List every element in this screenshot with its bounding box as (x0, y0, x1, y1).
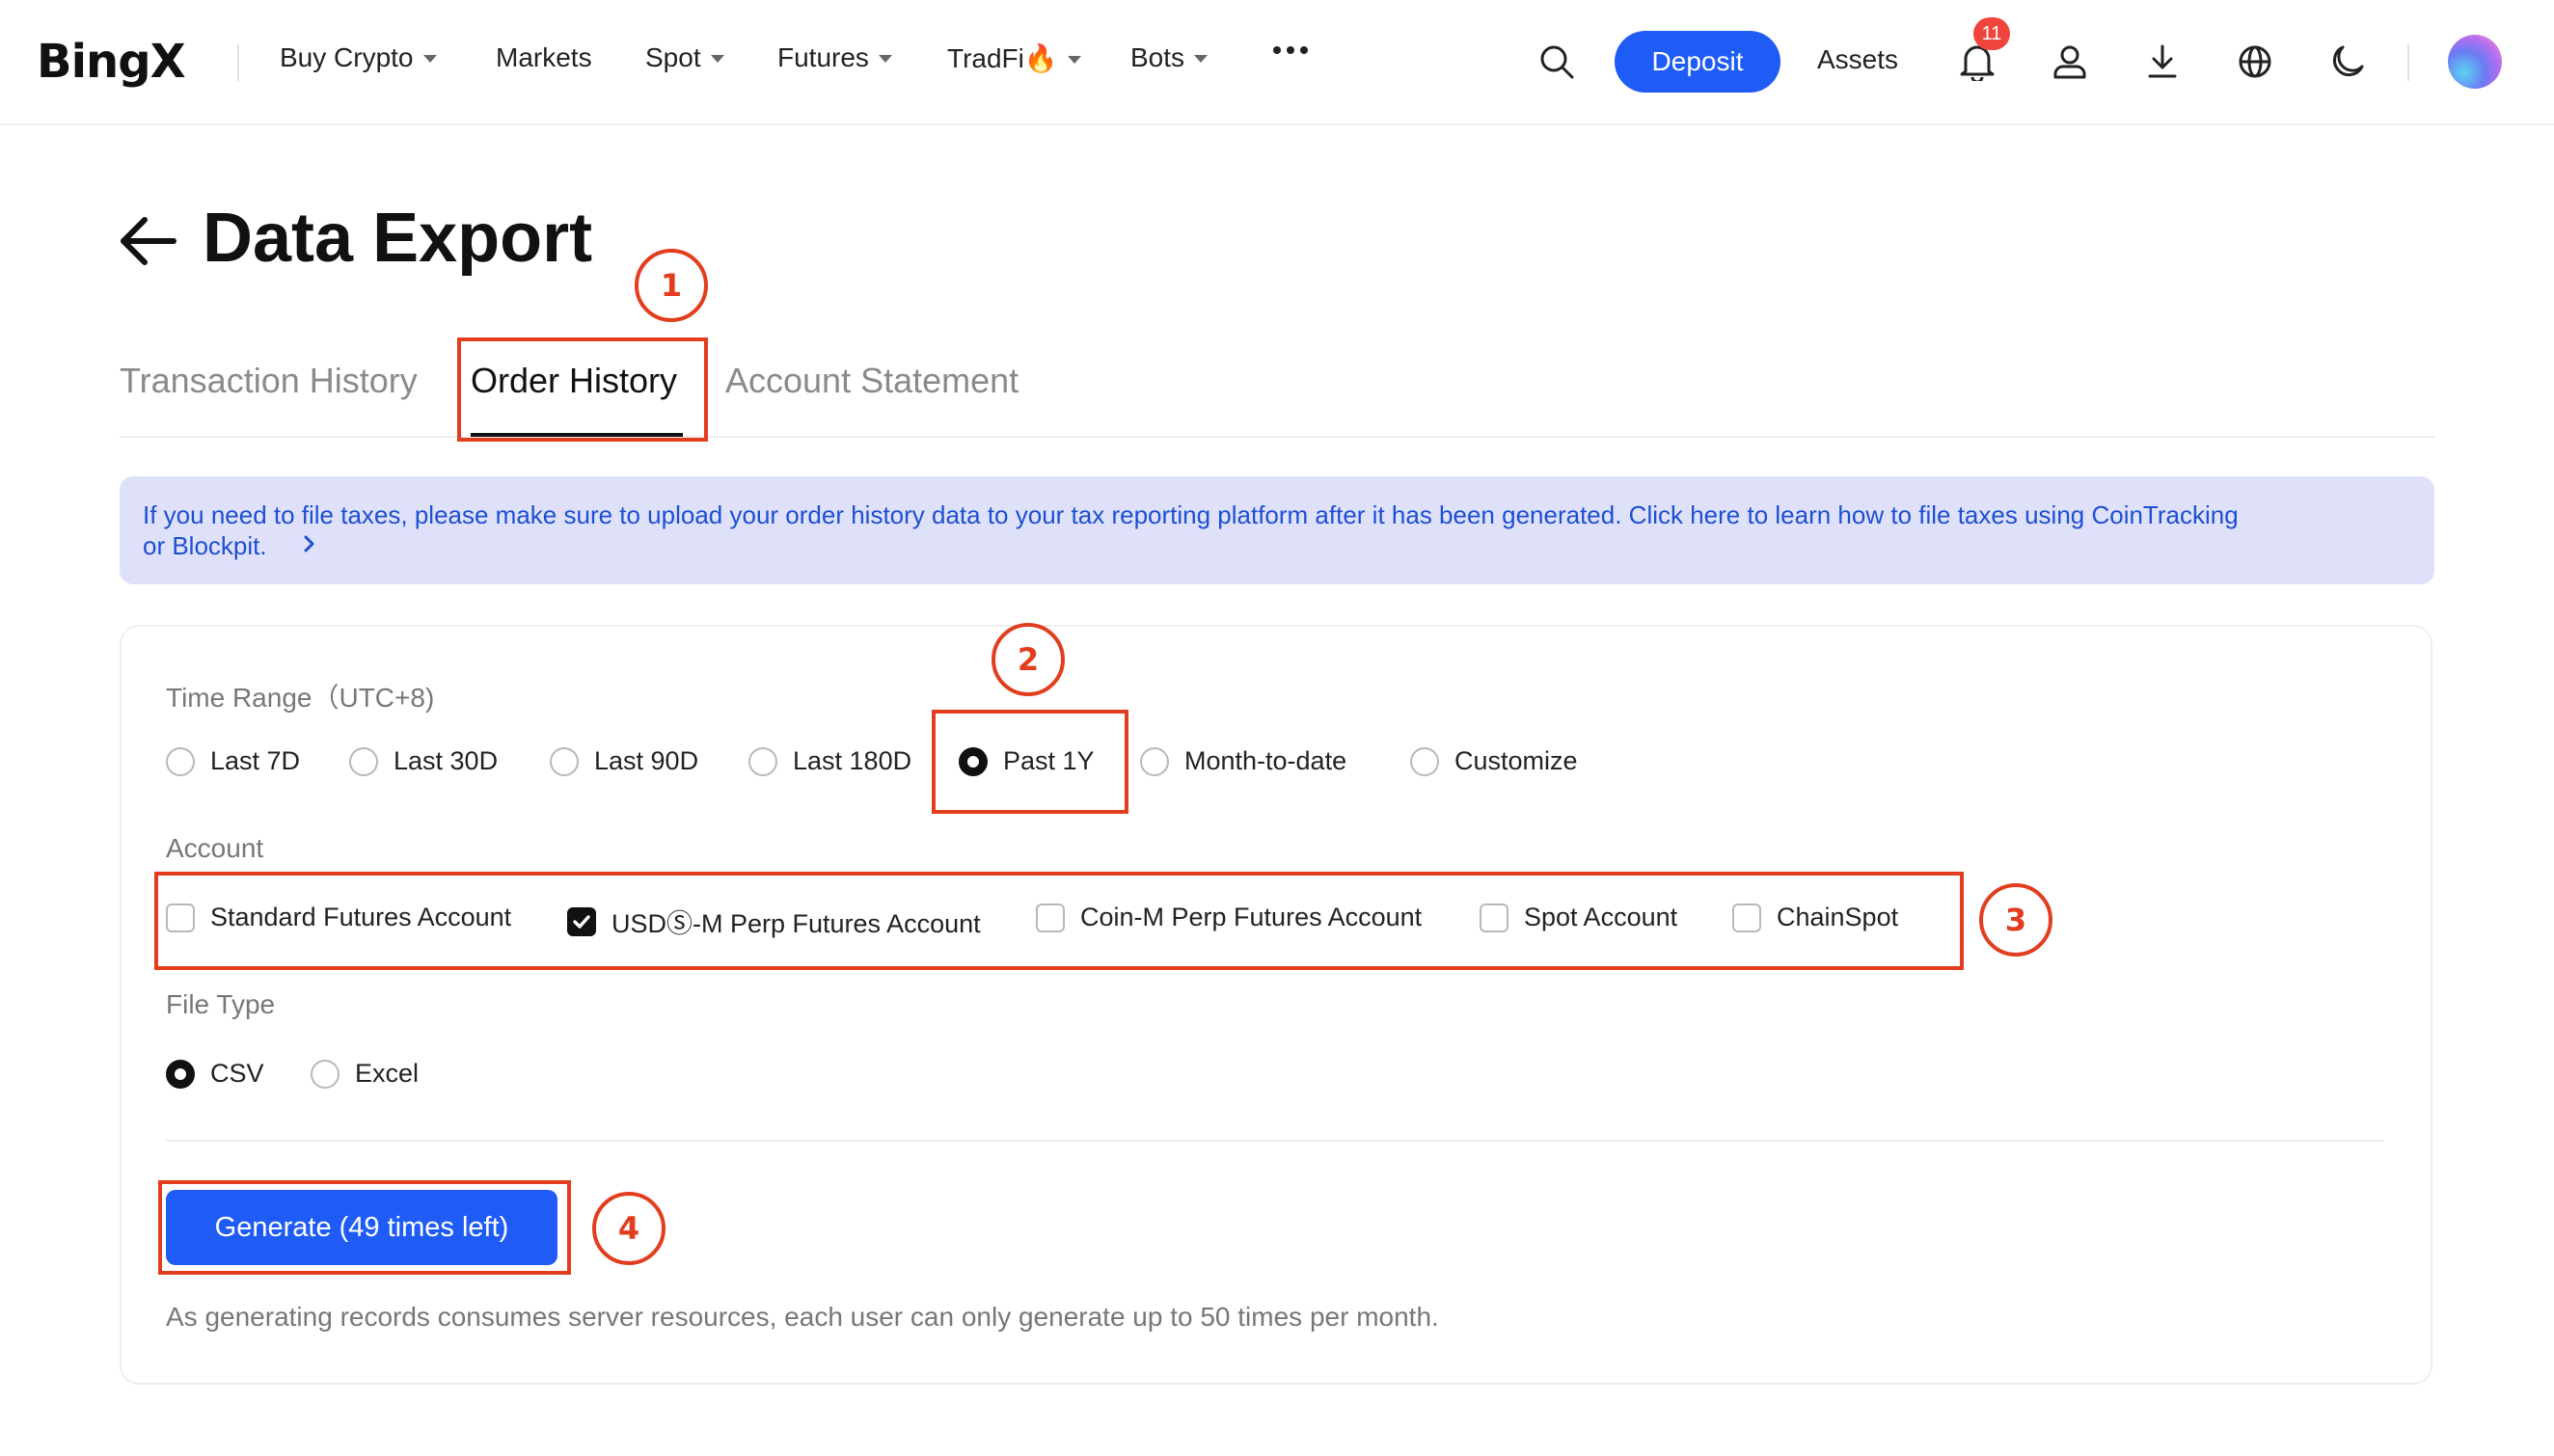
radio-last-30d[interactable]: Last 30D (349, 746, 498, 776)
assets-link[interactable]: Assets (1817, 44, 1898, 75)
nav-divider (237, 44, 239, 81)
highlight-generate-button (158, 1180, 571, 1275)
radio-circle (311, 1059, 340, 1089)
generate-limit-note: As generating records consumes server re… (166, 1302, 1439, 1332)
caret-down-icon (422, 55, 437, 63)
radio-csv[interactable]: CSV (166, 1059, 264, 1089)
nav-item-label: TradFi🔥 (947, 43, 1058, 73)
chevron-right-icon[interactable] (303, 530, 316, 561)
step-2-marker: 2 (992, 623, 1065, 696)
search-icon[interactable] (1535, 40, 1578, 83)
radio-label: Customize (1454, 746, 1578, 775)
nav-item-label: Bots (1130, 42, 1185, 72)
radio-label: Excel (355, 1059, 420, 1088)
caret-down-icon (878, 55, 892, 63)
account-label: Account (166, 833, 264, 863)
notification-badge: 11 (1973, 17, 2010, 50)
nav-tradfi[interactable]: TradFi🔥 (947, 42, 1081, 74)
banner-text-line2: or Blockpit. (143, 531, 267, 560)
nav-divider (2407, 44, 2409, 81)
highlight-order-history-tab (457, 337, 708, 442)
banner-text-line2-wrap: or Blockpit. (143, 530, 2411, 561)
avatar[interactable] (2448, 35, 2502, 89)
radio-circle (166, 746, 195, 776)
step-3-marker: 3 (1979, 883, 2052, 957)
radio-circle (1140, 746, 1169, 776)
highlight-account-options (154, 872, 1964, 970)
deposit-button[interactable]: Deposit (1615, 31, 1780, 93)
time-range-label: Time Range（UTC+8) (166, 683, 435, 713)
nav-futures[interactable]: Futures (777, 42, 892, 73)
file-type-label: File Type (166, 989, 276, 1019)
nav-item-label: Buy Crypto (280, 42, 414, 72)
radio-excel[interactable]: Excel (311, 1059, 419, 1089)
radio-label: Last 7D (210, 746, 301, 775)
nav-markets[interactable]: Markets (496, 42, 592, 73)
radio-month-to-date[interactable]: Month-to-date (1140, 746, 1346, 776)
radio-circle (550, 746, 579, 776)
tab-account-statement[interactable]: Account Statement (725, 361, 1019, 401)
nav-item-label: Markets (496, 42, 592, 72)
step-1-marker: 1 (635, 249, 708, 322)
radio-label: Month-to-date (1184, 746, 1347, 775)
form-divider (166, 1140, 2384, 1142)
radio-last-180d[interactable]: Last 180D (748, 746, 911, 776)
radio-label: Last 180D (793, 746, 912, 775)
banner-text-line1: If you need to file taxes, please make s… (143, 500, 2239, 529)
radio-circle (748, 746, 777, 776)
caret-down-icon (1067, 55, 1081, 64)
tax-info-banner[interactable]: If you need to file taxes, please make s… (120, 476, 2434, 584)
nav-item-label: Futures (777, 42, 869, 72)
radio-last-7d[interactable]: Last 7D (166, 746, 300, 776)
top-navbar: BingX Buy Crypto Markets Spot Futures Tr… (0, 0, 2554, 125)
nav-item-label: Spot (645, 42, 701, 72)
radio-label: Last 30D (394, 746, 499, 775)
caret-down-icon (1194, 55, 1209, 63)
radio-label: Last 90D (594, 746, 699, 775)
user-icon[interactable] (2049, 40, 2091, 83)
tab-transaction-history[interactable]: Transaction History (120, 361, 418, 401)
nav-spot[interactable]: Spot (645, 42, 724, 73)
radio-label: CSV (210, 1059, 264, 1088)
nav-buy-crypto[interactable]: Buy Crypto (280, 42, 437, 73)
back-arrow-icon[interactable] (118, 214, 179, 268)
highlight-past-1y (932, 710, 1128, 814)
page-title: Data Export (203, 200, 593, 277)
download-icon[interactable] (2141, 40, 2184, 83)
radio-circle (1410, 746, 1439, 776)
radio-circle-selected (166, 1059, 195, 1089)
more-dots-icon[interactable] (1269, 29, 1312, 81)
bingx-logo[interactable]: BingX (37, 35, 186, 89)
radio-customize[interactable]: Customize (1410, 746, 1578, 776)
caret-down-icon (710, 55, 724, 63)
globe-icon[interactable] (2234, 40, 2276, 83)
nav-bots[interactable]: Bots (1130, 42, 1209, 73)
radio-last-90d[interactable]: Last 90D (550, 746, 698, 776)
radio-circle (349, 746, 378, 776)
step-4-marker: 4 (592, 1192, 666, 1265)
moon-icon[interactable] (2326, 40, 2369, 83)
